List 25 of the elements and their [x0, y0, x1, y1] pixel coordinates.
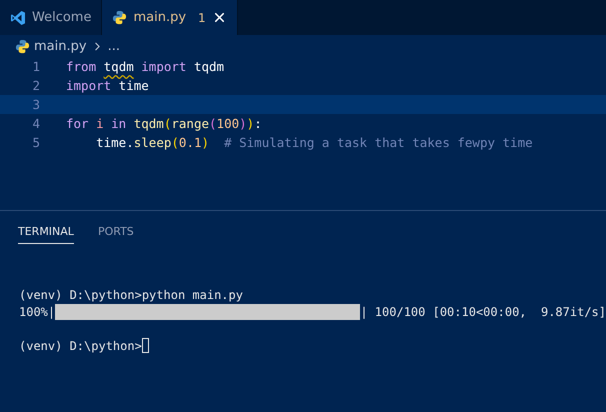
progress-stats: | 100/100 [00:10<00:00, 9.87it/s] — [360, 304, 606, 318]
code-line: for i in tqdm(range(100)): — [66, 116, 262, 131]
tab-label: main.py — [133, 10, 186, 25]
python-icon — [112, 10, 128, 25]
editor-tab[interactable]: Welcome — [0, 0, 102, 35]
code-line: import time — [66, 78, 149, 93]
breadcrumb-more[interactable]: ... — [108, 38, 120, 54]
line-number: 5 — [31, 135, 41, 150]
line-number: 3 — [31, 97, 41, 112]
code-line: time.sleep(0.1) # Simulating a task that takes fewpy time — [95, 135, 533, 150]
terminal-line: (venv) D:\python>python main.py — [19, 288, 243, 302]
line-number: 2 — [31, 78, 41, 93]
breadcrumb-file[interactable]: main.py — [34, 38, 87, 54]
panel-tab[interactable]: TERMINAL — [18, 221, 74, 244]
tab-label: Welcome — [32, 10, 92, 25]
terminal-prompt: (venv) D:\python> — [19, 338, 142, 352]
python-icon — [15, 38, 30, 54]
editor-logo-icon — [10, 10, 26, 26]
problem-count: 1 — [198, 10, 206, 24]
line-number: 1 — [31, 59, 41, 74]
panel-tab[interactable]: PORTS — [98, 221, 134, 244]
editor-tab[interactable]: main.py 1 — [102, 0, 238, 35]
line-number: 4 — [31, 116, 41, 131]
code-line: from tqdm import tqdm — [66, 59, 224, 74]
progress-percent: 100%| — [19, 304, 56, 318]
